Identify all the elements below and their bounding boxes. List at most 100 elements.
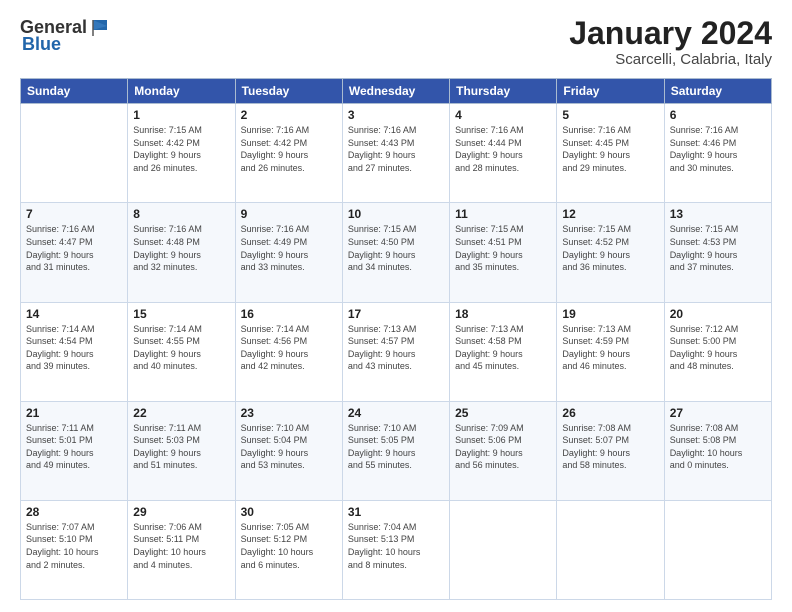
table-row: 9 Sunrise: 7:16 AM Sunset: 4:49 PM Daylig… bbox=[235, 203, 342, 302]
logo: General Blue bbox=[20, 16, 111, 55]
day-info: Sunrise: 7:15 AM Sunset: 4:50 PM Dayligh… bbox=[348, 223, 444, 273]
day-info: Sunrise: 7:09 AM Sunset: 5:06 PM Dayligh… bbox=[455, 422, 551, 472]
day-number: 2 bbox=[241, 108, 337, 122]
table-row: 14 Sunrise: 7:14 AM Sunset: 4:54 PM Dayli… bbox=[21, 302, 128, 401]
table-row: 3 Sunrise: 7:16 AM Sunset: 4:43 PM Daylig… bbox=[342, 104, 449, 203]
table-row: 18 Sunrise: 7:13 AM Sunset: 4:58 PM Dayli… bbox=[450, 302, 557, 401]
table-row: 28Sunrise: 7:07 AM Sunset: 5:10 PM Dayli… bbox=[21, 500, 128, 599]
day-number: 16 bbox=[241, 307, 337, 321]
table-row bbox=[450, 500, 557, 599]
table-row: 26 Sunrise: 7:08 AM Sunset: 5:07 PM Dayli… bbox=[557, 401, 664, 500]
table-row: 12 Sunrise: 7:15 AM Sunset: 4:52 PM Dayli… bbox=[557, 203, 664, 302]
table-row: 6 Sunrise: 7:16 AM Sunset: 4:46 PM Daylig… bbox=[664, 104, 771, 203]
day-info: Sunrise: 7:12 AM Sunset: 5:00 PM Dayligh… bbox=[670, 323, 766, 373]
day-info: Sunrise: 7:08 AM Sunset: 5:08 PM Dayligh… bbox=[670, 422, 766, 472]
day-number: 30 bbox=[241, 505, 337, 519]
day-number: 9 bbox=[241, 207, 337, 221]
table-row: 7 Sunrise: 7:16 AM Sunset: 4:47 PM Daylig… bbox=[21, 203, 128, 302]
day-number: 6 bbox=[670, 108, 766, 122]
title-block: January 2024 Scarcelli, Calabria, Italy bbox=[569, 16, 772, 68]
col-monday: Monday bbox=[128, 79, 235, 104]
day-number: 26 bbox=[562, 406, 658, 420]
calendar-week-1: 1 Sunrise: 7:15 AM Sunset: 4:42 PM Daylig… bbox=[21, 104, 772, 203]
day-number: 24 bbox=[348, 406, 444, 420]
table-row: 13 Sunrise: 7:15 AM Sunset: 4:53 PM Dayli… bbox=[664, 203, 771, 302]
table-row: 4 Sunrise: 7:16 AM Sunset: 4:44 PM Daylig… bbox=[450, 104, 557, 203]
day-info: Sunrise: 7:13 AM Sunset: 4:57 PM Dayligh… bbox=[348, 323, 444, 373]
day-info: Sunrise: 7:13 AM Sunset: 4:58 PM Dayligh… bbox=[455, 323, 551, 373]
calendar-week-5: 28Sunrise: 7:07 AM Sunset: 5:10 PM Dayli… bbox=[21, 500, 772, 599]
table-row: 5 Sunrise: 7:16 AM Sunset: 4:45 PM Daylig… bbox=[557, 104, 664, 203]
table-row: 17 Sunrise: 7:13 AM Sunset: 4:57 PM Dayli… bbox=[342, 302, 449, 401]
calendar-week-4: 21Sunrise: 7:11 AM Sunset: 5:01 PM Dayli… bbox=[21, 401, 772, 500]
header-row: Sunday Monday Tuesday Wednesday Thursday… bbox=[21, 79, 772, 104]
table-row: 10Sunrise: 7:15 AM Sunset: 4:50 PM Dayli… bbox=[342, 203, 449, 302]
day-number: 15 bbox=[133, 307, 229, 321]
day-number: 29 bbox=[133, 505, 229, 519]
day-number: 14 bbox=[26, 307, 122, 321]
logo-flag-icon bbox=[89, 16, 111, 38]
calendar-week-2: 7 Sunrise: 7:16 AM Sunset: 4:47 PM Daylig… bbox=[21, 203, 772, 302]
day-info: Sunrise: 7:16 AM Sunset: 4:42 PM Dayligh… bbox=[241, 124, 337, 174]
day-number: 17 bbox=[348, 307, 444, 321]
day-number: 7 bbox=[26, 207, 122, 221]
day-info: Sunrise: 7:07 AM Sunset: 5:10 PM Dayligh… bbox=[26, 521, 122, 571]
table-row: 23 Sunrise: 7:10 AM Sunset: 5:04 PM Dayli… bbox=[235, 401, 342, 500]
day-number: 8 bbox=[133, 207, 229, 221]
table-row: 24 Sunrise: 7:10 AM Sunset: 5:05 PM Dayli… bbox=[342, 401, 449, 500]
day-number: 27 bbox=[670, 406, 766, 420]
day-info: Sunrise: 7:16 AM Sunset: 4:47 PM Dayligh… bbox=[26, 223, 122, 273]
day-info: Sunrise: 7:10 AM Sunset: 5:05 PM Dayligh… bbox=[348, 422, 444, 472]
day-number: 12 bbox=[562, 207, 658, 221]
day-info: Sunrise: 7:15 AM Sunset: 4:53 PM Dayligh… bbox=[670, 223, 766, 273]
day-info: Sunrise: 7:06 AM Sunset: 5:11 PM Dayligh… bbox=[133, 521, 229, 571]
table-row: 27 Sunrise: 7:08 AM Sunset: 5:08 PM Dayli… bbox=[664, 401, 771, 500]
day-number: 18 bbox=[455, 307, 551, 321]
day-number: 22 bbox=[133, 406, 229, 420]
day-info: Sunrise: 7:13 AM Sunset: 4:59 PM Dayligh… bbox=[562, 323, 658, 373]
day-number: 5 bbox=[562, 108, 658, 122]
table-row: 19 Sunrise: 7:13 AM Sunset: 4:59 PM Dayli… bbox=[557, 302, 664, 401]
day-info: Sunrise: 7:16 AM Sunset: 4:45 PM Dayligh… bbox=[562, 124, 658, 174]
day-number: 19 bbox=[562, 307, 658, 321]
table-row: 21Sunrise: 7:11 AM Sunset: 5:01 PM Dayli… bbox=[21, 401, 128, 500]
day-info: Sunrise: 7:08 AM Sunset: 5:07 PM Dayligh… bbox=[562, 422, 658, 472]
table-row: 1 Sunrise: 7:15 AM Sunset: 4:42 PM Daylig… bbox=[128, 104, 235, 203]
day-number: 23 bbox=[241, 406, 337, 420]
col-saturday: Saturday bbox=[664, 79, 771, 104]
col-tuesday: Tuesday bbox=[235, 79, 342, 104]
day-info: Sunrise: 7:15 AM Sunset: 4:52 PM Dayligh… bbox=[562, 223, 658, 273]
table-row: 31Sunrise: 7:04 AM Sunset: 5:13 PM Dayli… bbox=[342, 500, 449, 599]
col-friday: Friday bbox=[557, 79, 664, 104]
table-row bbox=[557, 500, 664, 599]
day-number: 3 bbox=[348, 108, 444, 122]
table-row: 8 Sunrise: 7:16 AM Sunset: 4:48 PM Daylig… bbox=[128, 203, 235, 302]
day-info: Sunrise: 7:16 AM Sunset: 4:43 PM Dayligh… bbox=[348, 124, 444, 174]
page-title: January 2024 bbox=[569, 16, 772, 51]
table-row: 11Sunrise: 7:15 AM Sunset: 4:51 PM Dayli… bbox=[450, 203, 557, 302]
day-number: 13 bbox=[670, 207, 766, 221]
table-row: 22 Sunrise: 7:11 AM Sunset: 5:03 PM Dayli… bbox=[128, 401, 235, 500]
day-info: Sunrise: 7:15 AM Sunset: 4:42 PM Dayligh… bbox=[133, 124, 229, 174]
day-info: Sunrise: 7:16 AM Sunset: 4:46 PM Dayligh… bbox=[670, 124, 766, 174]
day-number: 25 bbox=[455, 406, 551, 420]
day-number: 21 bbox=[26, 406, 122, 420]
logo-blue-text: Blue bbox=[22, 34, 61, 55]
day-info: Sunrise: 7:16 AM Sunset: 4:48 PM Dayligh… bbox=[133, 223, 229, 273]
page: General Blue January 2024 Scarcelli, Cal… bbox=[0, 0, 792, 612]
col-thursday: Thursday bbox=[450, 79, 557, 104]
day-number: 4 bbox=[455, 108, 551, 122]
day-info: Sunrise: 7:16 AM Sunset: 4:49 PM Dayligh… bbox=[241, 223, 337, 273]
day-info: Sunrise: 7:11 AM Sunset: 5:03 PM Dayligh… bbox=[133, 422, 229, 472]
calendar-table: Sunday Monday Tuesday Wednesday Thursday… bbox=[20, 78, 772, 600]
day-info: Sunrise: 7:10 AM Sunset: 5:04 PM Dayligh… bbox=[241, 422, 337, 472]
day-number: 31 bbox=[348, 505, 444, 519]
page-subtitle: Scarcelli, Calabria, Italy bbox=[569, 51, 772, 68]
table-row: 30Sunrise: 7:05 AM Sunset: 5:12 PM Dayli… bbox=[235, 500, 342, 599]
table-row: 29 Sunrise: 7:06 AM Sunset: 5:11 PM Dayli… bbox=[128, 500, 235, 599]
day-info: Sunrise: 7:16 AM Sunset: 4:44 PM Dayligh… bbox=[455, 124, 551, 174]
col-sunday: Sunday bbox=[21, 79, 128, 104]
table-row: 20Sunrise: 7:12 AM Sunset: 5:00 PM Dayli… bbox=[664, 302, 771, 401]
day-info: Sunrise: 7:14 AM Sunset: 4:54 PM Dayligh… bbox=[26, 323, 122, 373]
day-number: 1 bbox=[133, 108, 229, 122]
